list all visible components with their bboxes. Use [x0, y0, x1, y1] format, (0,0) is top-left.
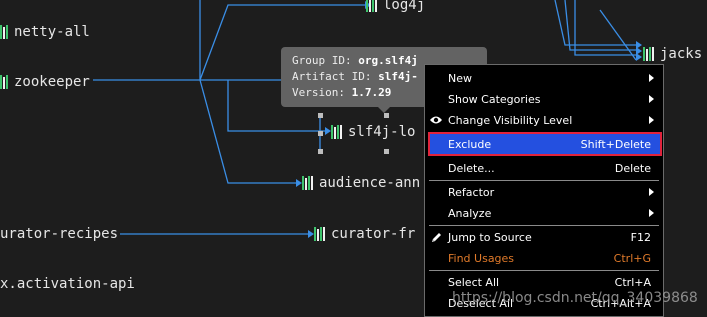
node-label: urator-recipes — [0, 226, 119, 242]
node-label: log4j — [383, 0, 426, 13]
library-icon — [643, 47, 654, 61]
selection-handle[interactable] — [318, 113, 323, 118]
node-jackson[interactable]: jacks — [643, 44, 702, 64]
menu-item-delete[interactable]: Delete... Delete — [425, 158, 663, 178]
submenu-arrow-icon — [649, 95, 654, 103]
menu-item-new[interactable]: New — [425, 68, 663, 88]
node-label: x.activation-api — [0, 276, 135, 292]
selection-handle[interactable] — [318, 149, 323, 154]
library-icon — [331, 125, 342, 139]
node-activation-api[interactable]: x.activation-api — [0, 274, 135, 294]
library-icon — [302, 176, 313, 190]
selection-handle[interactable] — [384, 149, 389, 154]
node-label: audience-ann — [319, 175, 421, 191]
menu-separator — [429, 270, 659, 271]
node-netty-all[interactable]: netty-all — [0, 22, 90, 42]
menu-item-change-visibility[interactable]: Change Visibility Level — [425, 110, 663, 130]
library-icon — [366, 0, 377, 12]
menu-separator — [429, 180, 659, 181]
node-zookeeper[interactable]: zookeeper — [0, 72, 90, 92]
context-menu: New Show Categories Change Visibility Le… — [424, 64, 664, 317]
selection-handle[interactable] — [384, 113, 389, 118]
menu-item-select-all[interactable]: Select All Ctrl+A — [425, 272, 663, 292]
menu-item-find-usages[interactable]: Find Usages Ctrl+G — [425, 248, 663, 268]
node-curator-recipes[interactable]: urator-recipes — [0, 224, 118, 244]
node-curator-framework[interactable]: curator-fr — [314, 224, 415, 244]
menu-separator — [429, 225, 659, 226]
watermark: https://blog.csdn.net/qq_34039868 — [452, 290, 698, 306]
node-label: jacks — [660, 46, 703, 62]
menu-separator — [429, 132, 659, 133]
menu-item-analyze[interactable]: Analyze — [425, 203, 663, 223]
pencil-icon — [429, 230, 443, 244]
library-icon — [0, 25, 8, 39]
menu-item-jump-to-source[interactable]: Jump to Source F12 — [425, 227, 663, 247]
node-label: slf4j-lo — [348, 124, 416, 140]
selection-handle[interactable] — [318, 131, 323, 136]
submenu-arrow-icon — [649, 74, 654, 82]
node-slf4j[interactable]: slf4j-lo — [331, 122, 415, 142]
submenu-arrow-icon — [649, 116, 654, 124]
menu-item-exclude[interactable]: Exclude Shift+Delete — [428, 132, 662, 156]
node-label: zookeeper — [14, 74, 90, 90]
node-log4j[interactable]: log4j — [366, 0, 425, 15]
submenu-arrow-icon — [649, 209, 654, 217]
library-icon — [314, 227, 325, 241]
eye-icon — [429, 113, 443, 127]
library-icon — [0, 75, 8, 89]
node-label: netty-all — [14, 24, 90, 40]
tooltip-arrow — [378, 107, 390, 113]
menu-item-refactor[interactable]: Refactor — [425, 182, 663, 202]
menu-item-show-categories[interactable]: Show Categories — [425, 89, 663, 109]
submenu-arrow-icon — [649, 188, 654, 196]
node-label: curator-fr — [331, 226, 416, 242]
node-audience-annotations[interactable]: audience-ann — [302, 173, 420, 193]
